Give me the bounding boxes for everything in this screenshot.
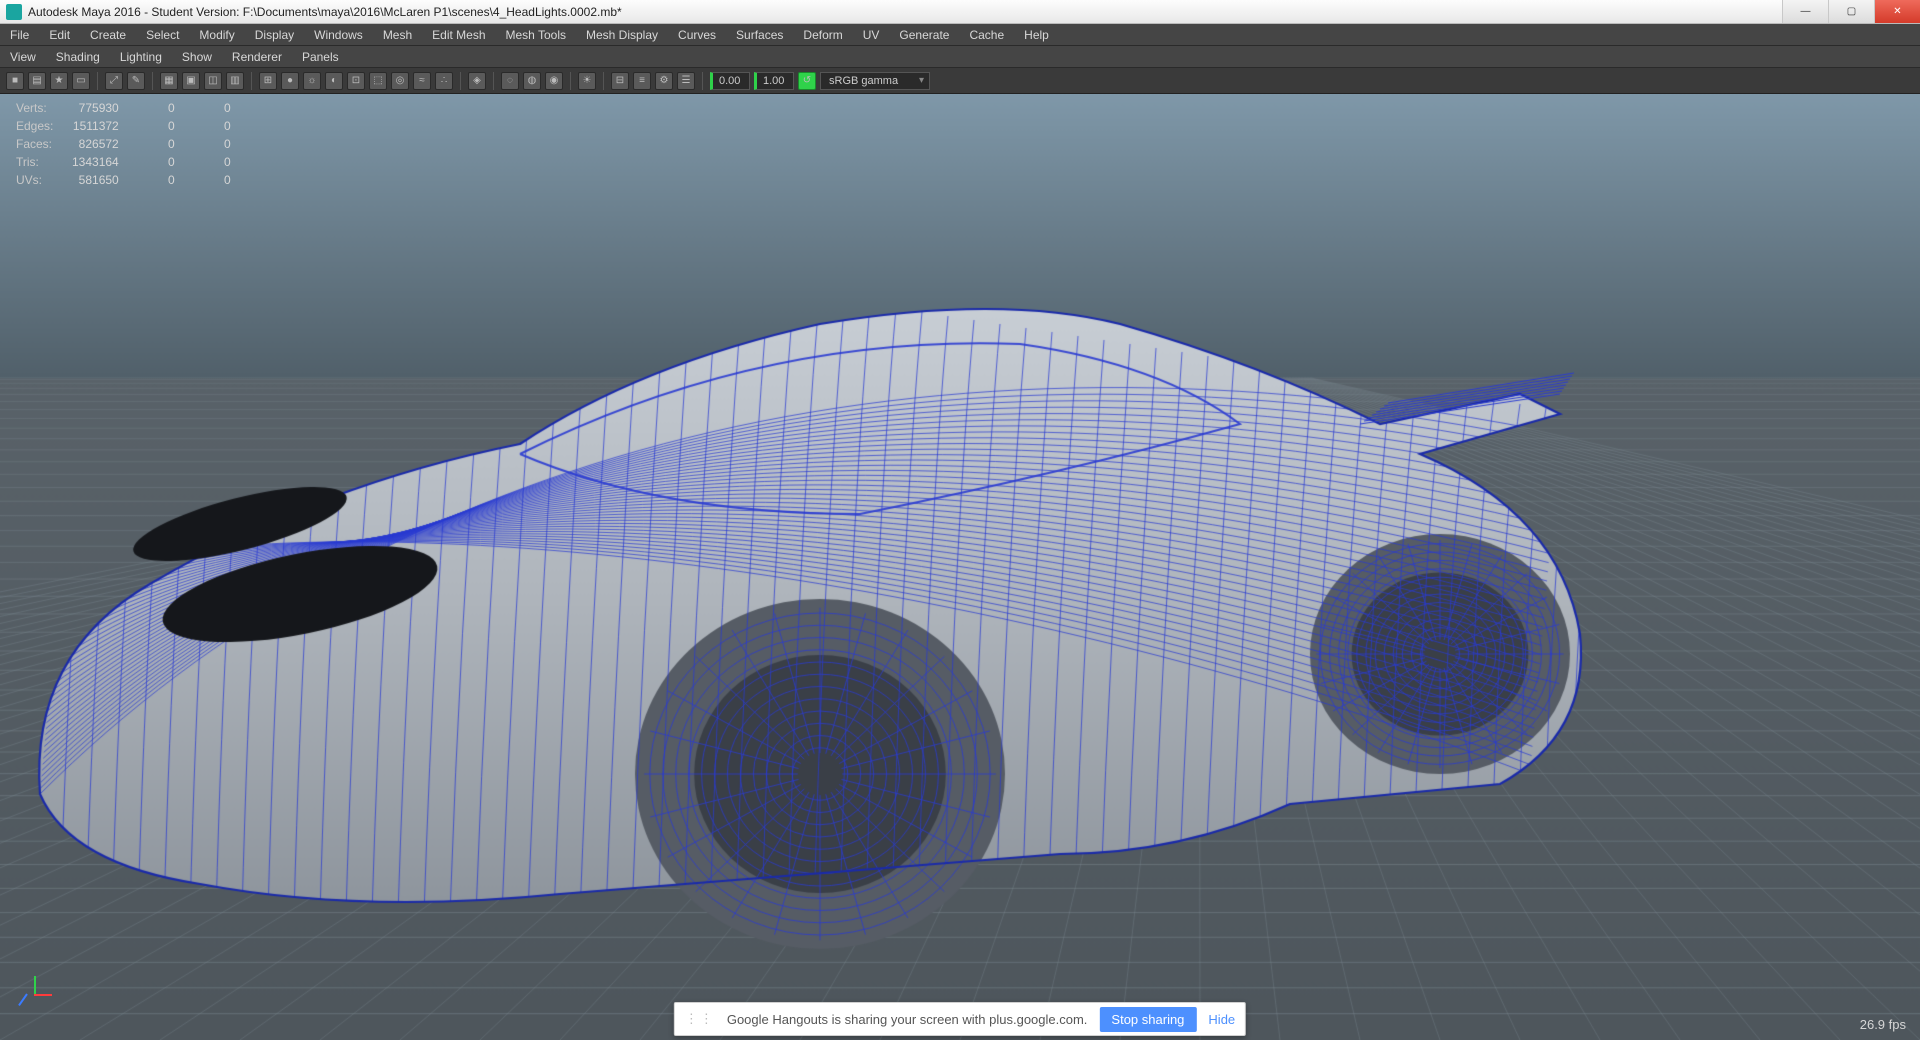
main-menubar: File Edit Create Select Modify Display W… — [0, 24, 1920, 46]
menu-cache[interactable]: Cache — [959, 24, 1014, 46]
window-maximize-button[interactable]: ▢ — [1828, 0, 1874, 23]
tool-settings-icon[interactable]: ⚙ — [655, 72, 673, 90]
resolution-gate-icon[interactable]: ◫ — [204, 72, 222, 90]
menu-help[interactable]: Help — [1014, 24, 1059, 46]
xray-components-icon[interactable]: ◉ — [545, 72, 563, 90]
stop-sharing-button[interactable]: Stop sharing — [1099, 1007, 1196, 1032]
xray-joints-icon[interactable]: ◍ — [523, 72, 541, 90]
hangouts-text: Google Hangouts is sharing your screen w… — [727, 1012, 1088, 1027]
film-gate-icon[interactable]: ▣ — [182, 72, 200, 90]
ao-icon[interactable]: ◎ — [391, 72, 409, 90]
grid-icon[interactable]: ▦ — [160, 72, 178, 90]
menu-modify[interactable]: Modify — [189, 24, 244, 46]
channel-box-icon[interactable]: ⊟ — [611, 72, 629, 90]
menu-surfaces[interactable]: Surfaces — [726, 24, 793, 46]
panel-menu-view[interactable]: View — [0, 46, 46, 68]
menu-uv[interactable]: UV — [853, 24, 890, 46]
window-close-button[interactable]: ✕ — [1874, 0, 1920, 23]
menu-mesh-display[interactable]: Mesh Display — [576, 24, 668, 46]
panel-toolbar: ■ ▤ ★ ▭ ⤢ ✎ ▦ ▣ ◫ ▥ ⊞ ● ☼ ◐ ⊡ ⬚ ◎ ≈ ∴ ◈ … — [0, 68, 1920, 94]
hangouts-share-bar[interactable]: ⋮⋮ Google Hangouts is sharing your scree… — [674, 1002, 1246, 1036]
pan-zoom-icon[interactable]: ⤢ — [105, 72, 123, 90]
menu-mesh-tools[interactable]: Mesh Tools — [496, 24, 576, 46]
poly-count-hud: Verts:77593000Edges:151137200Faces:82657… — [8, 98, 239, 190]
panel-menu-lighting[interactable]: Lighting — [110, 46, 172, 68]
menu-windows[interactable]: Windows — [304, 24, 373, 46]
camera-attr-icon[interactable]: ▤ — [28, 72, 46, 90]
exposure-icon[interactable]: ☀ — [578, 72, 596, 90]
window-title: Autodesk Maya 2016 - Student Version: F:… — [28, 5, 1782, 19]
camera-select-icon[interactable]: ■ — [6, 72, 24, 90]
bookmark-icon[interactable]: ★ — [50, 72, 68, 90]
panel-menu-shading[interactable]: Shading — [46, 46, 110, 68]
menu-create[interactable]: Create — [80, 24, 136, 46]
app-icon — [6, 4, 22, 20]
layer-editor-icon[interactable]: ☰ — [677, 72, 695, 90]
menu-file[interactable]: File — [0, 24, 39, 46]
anti-alias-icon[interactable]: ∴ — [435, 72, 453, 90]
smooth-shade-icon[interactable]: ● — [281, 72, 299, 90]
panel-menu-show[interactable]: Show — [172, 46, 222, 68]
panel-menubar: View Shading Lighting Show Renderer Pane… — [0, 46, 1920, 68]
gate-mask-icon[interactable]: ▥ — [226, 72, 244, 90]
motion-blur-icon[interactable]: ≈ — [413, 72, 431, 90]
textured-icon[interactable]: ⬚ — [369, 72, 387, 90]
menu-deform[interactable]: Deform — [793, 24, 852, 46]
isolate-select-icon[interactable]: ◈ — [468, 72, 486, 90]
panel-menu-panels[interactable]: Panels — [292, 46, 349, 68]
menu-edit-mesh[interactable]: Edit Mesh — [422, 24, 495, 46]
window-minimize-button[interactable]: — — [1782, 0, 1828, 23]
xray-icon[interactable]: ◌ — [501, 72, 519, 90]
menu-display[interactable]: Display — [245, 24, 304, 46]
viewport[interactable]: Verts:77593000Edges:151137200Faces:82657… — [0, 94, 1920, 1040]
color-management-dropdown[interactable]: sRGB gamma — [820, 72, 930, 90]
use-all-lights-icon[interactable]: ☼ — [303, 72, 321, 90]
window-titlebar: Autodesk Maya 2016 - Student Version: F:… — [0, 0, 1920, 24]
wire-on-shaded-icon[interactable]: ⊡ — [347, 72, 365, 90]
grease-pencil-icon[interactable]: ✎ — [127, 72, 145, 90]
menu-edit[interactable]: Edit — [39, 24, 80, 46]
shadows-icon[interactable]: ◐ — [325, 72, 343, 90]
axis-gizmo — [18, 976, 58, 1016]
exposure-field[interactable]: 0.00 — [710, 72, 750, 90]
menu-generate[interactable]: Generate — [889, 24, 959, 46]
gamma-field[interactable]: 1.00 — [754, 72, 794, 90]
drag-grip-icon[interactable]: ⋮⋮ — [685, 1011, 715, 1027]
attr-editor-icon[interactable]: ≡ — [633, 72, 651, 90]
hide-link[interactable]: Hide — [1208, 1012, 1235, 1027]
fps-hud: 26.9 fps — [1860, 1017, 1906, 1032]
image-plane-icon[interactable]: ▭ — [72, 72, 90, 90]
color-reset-icon[interactable]: ↺ — [798, 72, 816, 90]
menu-mesh[interactable]: Mesh — [373, 24, 422, 46]
menu-curves[interactable]: Curves — [668, 24, 726, 46]
menu-select[interactable]: Select — [136, 24, 189, 46]
panel-menu-renderer[interactable]: Renderer — [222, 46, 292, 68]
wireframe-icon[interactable]: ⊞ — [259, 72, 277, 90]
